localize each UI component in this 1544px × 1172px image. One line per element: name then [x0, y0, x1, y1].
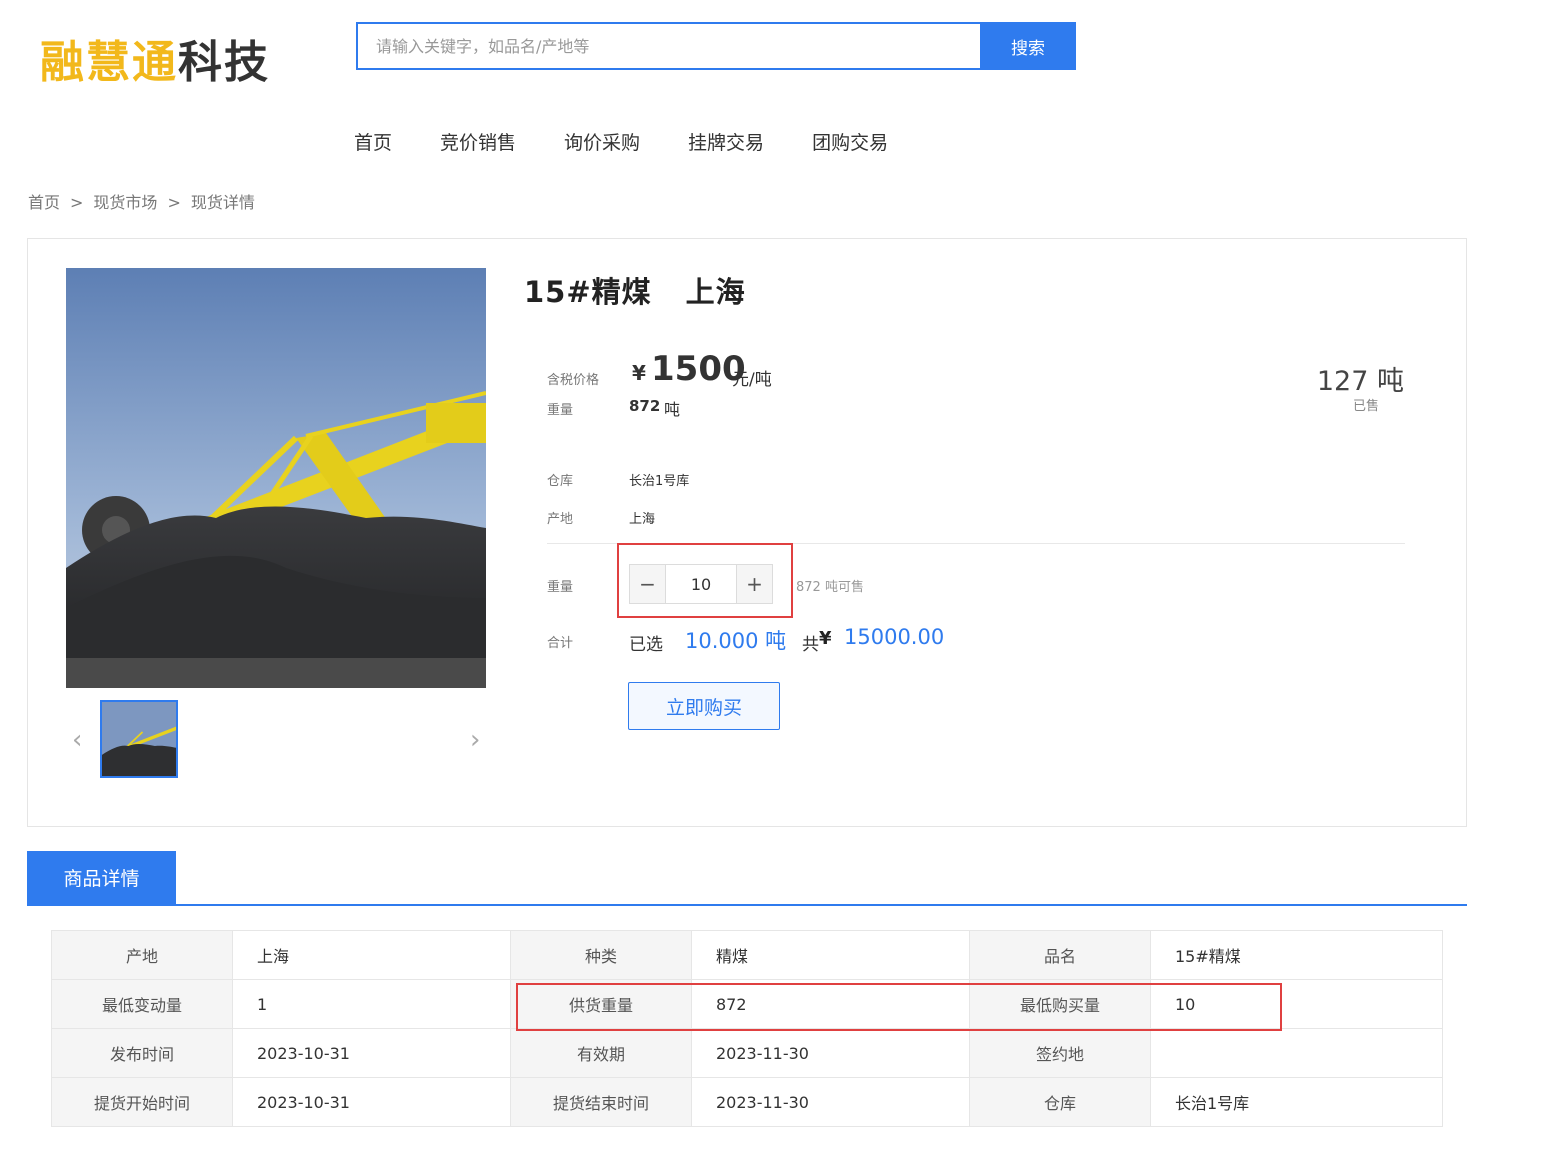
table-cell-value: 精煤	[691, 930, 970, 980]
breadcrumb: 首页 > 现货市场 > 现货详情	[28, 190, 255, 216]
table-cell-key: 发布时间	[51, 1028, 233, 1078]
nav-group-buy[interactable]: 团购交易	[812, 128, 888, 158]
product-location: 上海	[685, 275, 746, 309]
table-row: 最低变动量 1 供货重量 872 最低购买量 10	[51, 979, 1443, 1029]
quantity-input[interactable]	[666, 565, 736, 603]
next-image-arrow-icon[interactable]: ›	[470, 727, 480, 753]
product-card: ‹ › 15#精煤 上海 含税价格 ¥ 1500 元/吨 重量 872 吨 127…	[27, 238, 1467, 827]
total-label: 合计	[547, 636, 574, 651]
breadcrumb-separator: >	[167, 193, 181, 212]
origin-value: 上海	[629, 512, 656, 527]
search-input[interactable]	[356, 22, 980, 70]
breadcrumb-home[interactable]: 首页	[28, 190, 60, 216]
coal-stockpile-image	[66, 268, 486, 688]
tab-product-details[interactable]: 商品详情	[27, 851, 176, 904]
table-cell-value: 872	[691, 979, 970, 1029]
decrease-quantity-button[interactable]: −	[630, 565, 666, 603]
price-unit: 元/吨	[732, 370, 772, 390]
selected-label: 已选	[629, 635, 663, 655]
logo[interactable]: 融慧通科技	[40, 36, 270, 90]
table-cell-key: 提货开始时间	[51, 1077, 233, 1127]
sold-quantity: 127 吨	[1316, 366, 1404, 397]
breadcrumb-separator: >	[70, 193, 84, 212]
prev-image-arrow-icon[interactable]: ‹	[72, 727, 82, 753]
total-price: 15000.00	[844, 625, 945, 649]
nav-inquiry-purchase[interactable]: 询价采购	[564, 128, 640, 158]
table-cell-value: 2023-10-31	[232, 1028, 511, 1078]
table-cell-key: 供货重量	[510, 979, 692, 1029]
table-cell-value: 长治1号库	[1150, 1077, 1443, 1127]
table-cell-value: 2023-11-30	[691, 1028, 970, 1078]
table-cell-value: 1	[232, 979, 511, 1029]
product-detail-table: 产地 上海 种类 精煤 品名 15#精煤 最低变动量 1 供货重量 872 最低…	[51, 930, 1443, 1127]
table-cell-key: 仓库	[969, 1077, 1151, 1127]
detail-tab-bar: 商品详情	[27, 851, 1467, 906]
nav-listing-trade[interactable]: 挂牌交易	[688, 128, 764, 158]
search-bar: 搜索	[356, 22, 1076, 70]
table-cell-value: 2023-10-31	[232, 1077, 511, 1127]
table-cell-value: 15#精煤	[1150, 930, 1443, 980]
total-currency: ¥	[819, 628, 832, 649]
table-cell-key: 最低购买量	[969, 979, 1151, 1029]
table-cell-key: 签约地	[969, 1028, 1151, 1078]
nav-auction-sales[interactable]: 竞价销售	[440, 128, 516, 158]
table-row: 提货开始时间 2023-10-31 提货结束时间 2023-11-30 仓库 长…	[51, 1077, 1443, 1127]
table-cell-key: 产地	[51, 930, 233, 980]
increase-quantity-button[interactable]: +	[736, 565, 772, 603]
nav-home[interactable]: 首页	[354, 128, 392, 158]
main-nav: 首页 竞价销售 询价采购 挂牌交易 团购交易	[354, 128, 888, 158]
warehouse-label: 仓库	[547, 474, 574, 489]
price-currency: ¥	[632, 361, 646, 385]
logo-text-dark: 科技	[178, 37, 270, 88]
origin-label: 产地	[547, 512, 574, 527]
quantity-label: 重量	[547, 580, 574, 595]
table-cell-value: 2023-11-30	[691, 1077, 970, 1127]
product-thumbnail[interactable]	[100, 700, 178, 778]
table-row: 发布时间 2023-10-31 有效期 2023-11-30 签约地	[51, 1028, 1443, 1078]
quantity-stepper: − +	[629, 564, 773, 604]
table-cell-key: 有效期	[510, 1028, 692, 1078]
weight-value: 872	[629, 397, 661, 415]
breadcrumb-current: 现货详情	[190, 193, 255, 212]
table-cell-key: 品名	[969, 930, 1151, 980]
available-quantity: 872 吨可售	[796, 580, 864, 595]
table-cell-key: 最低变动量	[51, 979, 233, 1029]
sold-label: 已售	[1352, 399, 1379, 414]
search-button[interactable]: 搜索	[980, 22, 1076, 70]
breadcrumb-spot-market[interactable]: 现货市场	[93, 190, 157, 216]
table-cell-value: 上海	[232, 930, 511, 980]
table-row: 产地 上海 种类 精煤 品名 15#精煤	[51, 930, 1443, 980]
warehouse-value: 长治1号库	[629, 474, 690, 489]
weight-label: 重量	[547, 403, 574, 418]
price-label: 含税价格	[547, 373, 600, 388]
coal-stockpile-thumbnail-image	[102, 702, 176, 776]
weight-unit: 吨	[664, 400, 681, 419]
table-cell-key: 提货结束时间	[510, 1077, 692, 1127]
total-prefix: 共	[802, 635, 819, 655]
buy-now-button[interactable]: 立即购买	[628, 682, 780, 730]
table-cell-value: 10	[1150, 979, 1443, 1029]
product-title: 15#精煤 上海	[524, 269, 746, 311]
table-cell-key: 种类	[510, 930, 692, 980]
product-name: 15#精煤	[524, 275, 652, 309]
table-cell-value	[1150, 1028, 1443, 1078]
product-main-image	[66, 268, 486, 688]
logo-text-gold: 融慧通	[40, 37, 178, 88]
selected-value: 10.000 吨	[685, 629, 787, 653]
